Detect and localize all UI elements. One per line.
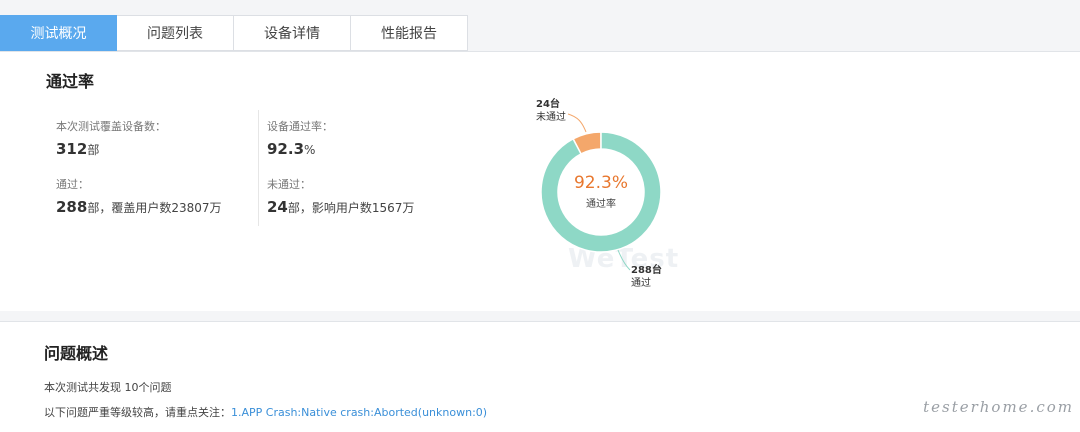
stat-covered-devices: 本次测试覆盖设备数： 312部 [46, 110, 258, 168]
leader-line-failed [567, 113, 587, 133]
pass-rate-panel: 通过率 本次测试覆盖设备数： 312部 设备通过率： 92.3% 通过： 288… [0, 51, 1080, 311]
stat-label: 未通过： [267, 178, 311, 191]
donut-center: 92.3% 通过率 [551, 173, 651, 210]
callout-passed-name: 通过 [631, 278, 651, 289]
stat-number: 24 [267, 198, 288, 216]
stat-number: 312 [56, 140, 88, 158]
tab-performance-report[interactable]: 性能报告 [351, 15, 468, 51]
callout-passed-count: 288台 [631, 265, 662, 276]
report-tabs: 测试概况 问题列表 设备详情 性能报告 [0, 15, 468, 51]
stat-label: 通过： [56, 178, 89, 191]
pass-rate-title: 通过率 [46, 72, 95, 91]
issue-summary: 本次测试共发现 10个问题 [44, 381, 172, 394]
issue-focus-link[interactable]: 1.APP Crash:Native crash:Aborted(unknown… [231, 406, 487, 419]
donut-center-value: 92.3% [573, 173, 628, 193]
stat-number: 288 [56, 198, 88, 216]
stat-value: 312部 [56, 140, 258, 158]
stat-failed: 未通过： 24部，影响用户数1567万 [258, 168, 470, 226]
donut-center-label: 通过率 [586, 199, 616, 210]
callout-passed: 288台 通过 [631, 264, 662, 290]
stat-unit: 部 [87, 201, 100, 215]
issue-overview-title: 问题概述 [44, 344, 109, 363]
pass-rate-donut-chart: 92.3% 通过率 24台 未通过 288台 通过 [490, 92, 750, 312]
stat-number: 92.3 [267, 140, 305, 158]
stat-unit: 部 [87, 143, 100, 157]
stat-extra: ，影响用户数1567万 [299, 201, 415, 215]
callout-failed-name: 未通过 [536, 112, 566, 123]
tab-issue-list[interactable]: 问题列表 [117, 15, 234, 51]
stat-pass-rate: 设备通过率： 92.3% [258, 110, 470, 168]
callout-failed: 24台 未通过 [536, 98, 566, 124]
stat-passed: 通过： 288部，覆盖用户数23807万 [46, 168, 258, 226]
stat-label: 设备通过率： [267, 120, 333, 133]
stat-label: 本次测试覆盖设备数： [56, 120, 166, 133]
stat-extra: ，覆盖用户数23807万 [99, 201, 222, 215]
callout-failed-count: 24台 [536, 99, 560, 110]
stat-value: 92.3% [267, 140, 470, 158]
stat-unit: % [304, 143, 316, 157]
site-watermark: testerhome.com [923, 398, 1074, 416]
issue-focus-line: 以下问题严重等级较高，请重点关注：1.APP Crash:Native cras… [44, 404, 487, 420]
tab-device-details[interactable]: 设备详情 [234, 15, 351, 51]
leader-line-passed [617, 249, 631, 271]
tab-test-overview[interactable]: 测试概况 [0, 15, 117, 51]
stat-value: 24部，影响用户数1567万 [267, 198, 470, 216]
issue-overview-panel: 问题概述 本次测试共发现 10个问题 以下问题严重等级较高，请重点关注：1.AP… [0, 321, 1080, 432]
issue-focus-prefix: 以下问题严重等级较高，请重点关注： [44, 406, 231, 419]
stat-unit: 部 [287, 201, 300, 215]
stat-value: 288部，覆盖用户数23807万 [56, 198, 258, 216]
